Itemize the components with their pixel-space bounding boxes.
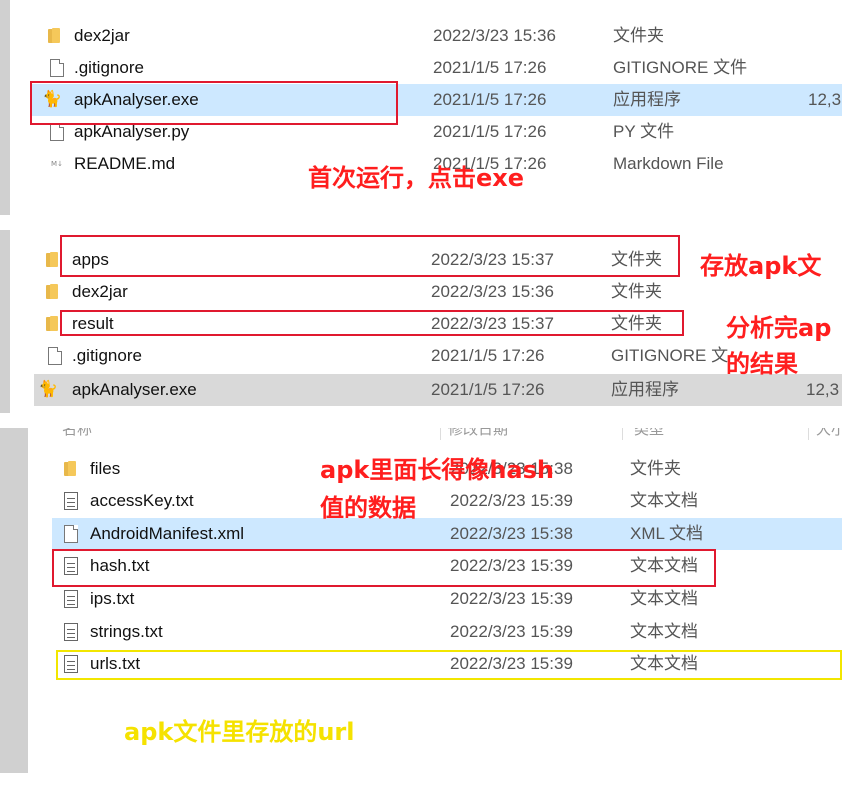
column-header-size[interactable]: 大小 xyxy=(816,428,842,439)
column-header-name[interactable]: 名称 xyxy=(62,428,92,439)
file-icon xyxy=(48,347,62,365)
file-name: strings.txt xyxy=(90,622,163,641)
highlight-box-exe xyxy=(30,81,398,125)
file-name: README.md xyxy=(74,154,176,173)
file-row-strings[interactable]: strings.txt 2022/3/23 15:39 文本文档 xyxy=(0,616,842,648)
text-file-icon xyxy=(64,623,78,641)
file-row-accesskey[interactable]: accessKey.txt 2022/3/23 15:39 文本文档 xyxy=(0,485,842,517)
file-name: AndroidManifest.xml xyxy=(90,524,245,543)
file-date: 2021/1/5 17:26 xyxy=(431,380,545,399)
explorer-panel-3: 名称 修改日期 类型 大小 files 2022/3/23 15:38 文件夹 … xyxy=(0,428,842,803)
file-row-dex2jar[interactable]: dex2jar 2022/3/23 15:36 文件夹 xyxy=(0,20,842,52)
annotation-apps: 存放apk文 xyxy=(700,252,822,280)
file-type: Markdown File xyxy=(613,154,724,173)
file-name: dex2jar xyxy=(72,282,128,301)
annotation-url: apk文件里存放的url xyxy=(124,718,355,746)
column-divider[interactable] xyxy=(440,428,441,440)
file-type: 文本文档 xyxy=(630,491,698,510)
file-type: 文件夹 xyxy=(613,26,664,45)
explorer-panel-2: apps 2022/3/23 15:37 文件夹 dex2jar 2022/3/… xyxy=(0,230,842,413)
file-type: 文本文档 xyxy=(630,589,698,608)
file-name: accessKey.txt xyxy=(90,491,194,510)
file-size: 12,3 xyxy=(808,90,842,109)
file-icon xyxy=(64,525,78,543)
file-date: 2022/3/23 15:39 xyxy=(450,622,573,641)
file-row-apkanalyser-exe[interactable]: 🐈 apkAnalyser.exe 2021/1/5 17:26 应用程序 12… xyxy=(34,374,842,406)
file-name: files xyxy=(90,459,121,478)
annotation-hash-1: apk里面长得像hash xyxy=(320,456,554,484)
column-header-type[interactable]: 类型 xyxy=(634,428,664,439)
file-row-gitignore[interactable]: .gitignore 2021/1/5 17:26 GITIGNORE 文件 xyxy=(0,52,842,84)
file-type: XML 文档 xyxy=(630,524,704,543)
annotation-hash-2: 值的数据 xyxy=(320,494,416,522)
file-date: 2021/1/5 17:26 xyxy=(433,90,547,109)
file-size: 12,3 xyxy=(806,380,840,399)
highlight-box-result xyxy=(60,310,684,336)
file-date: 2022/3/23 15:38 xyxy=(450,524,573,543)
file-date: 2022/3/23 15:39 xyxy=(450,491,573,510)
folder-icon xyxy=(46,283,64,301)
file-type: GITIGNORE 文件 xyxy=(613,58,748,77)
file-date: 2022/3/23 15:36 xyxy=(431,282,554,301)
file-icon xyxy=(50,123,64,141)
file-name: apkAnalyser.exe xyxy=(72,380,197,399)
column-divider[interactable] xyxy=(622,428,623,440)
text-file-icon xyxy=(64,590,78,608)
highlight-box-urls xyxy=(56,650,842,680)
annotation-run-exe: 首次运行，点击exe xyxy=(308,164,525,192)
file-type: 文本文档 xyxy=(630,622,698,641)
folder-icon xyxy=(48,27,66,45)
explorer-panel-1: dex2jar 2022/3/23 15:36 文件夹 .gitignore 2… xyxy=(0,0,842,215)
column-header-date[interactable]: 修改日期 xyxy=(448,428,508,439)
annotation-result-1: 分析完ap xyxy=(726,314,832,342)
file-type: 文件夹 xyxy=(630,459,681,478)
file-date: 2022/3/23 15:39 xyxy=(450,589,573,608)
annotation-result-2: 的结果 xyxy=(726,350,798,378)
file-row-ips[interactable]: ips.txt 2022/3/23 15:39 文本文档 xyxy=(0,583,842,615)
file-type: 应用程序 xyxy=(611,380,679,399)
file-type: GITIGNORE 文 xyxy=(611,346,729,365)
highlight-box-hash xyxy=(52,549,716,587)
file-name: dex2jar xyxy=(74,26,130,45)
file-row-androidmanifest[interactable]: AndroidManifest.xml 2022/3/23 15:38 XML … xyxy=(52,518,842,550)
file-name: ips.txt xyxy=(90,589,135,608)
file-name: .gitignore xyxy=(74,58,144,77)
folder-icon xyxy=(64,460,82,478)
file-type: 应用程序 xyxy=(613,90,681,109)
text-file-icon xyxy=(64,492,78,510)
file-date: 2021/1/5 17:26 xyxy=(433,58,547,77)
file-type: 文件夹 xyxy=(611,282,662,301)
markdown-file-icon: M↓ xyxy=(51,160,63,168)
file-date: 2021/1/5 17:26 xyxy=(431,346,545,365)
file-row-gitignore[interactable]: .gitignore 2021/1/5 17:26 GITIGNORE 文 xyxy=(0,340,842,372)
file-type: PY 文件 xyxy=(613,122,675,141)
cat-exe-icon: 🐈 xyxy=(38,381,58,398)
file-name: .gitignore xyxy=(72,346,142,365)
file-date: 2021/1/5 17:26 xyxy=(433,122,547,141)
file-icon xyxy=(50,59,64,77)
highlight-box-apps xyxy=(60,235,680,277)
file-date: 2022/3/23 15:36 xyxy=(433,26,556,45)
column-divider[interactable] xyxy=(808,428,809,440)
